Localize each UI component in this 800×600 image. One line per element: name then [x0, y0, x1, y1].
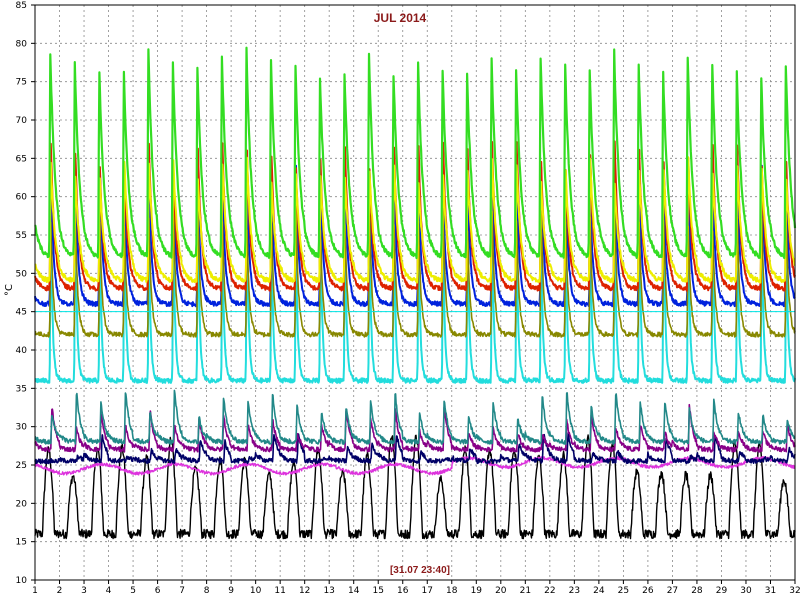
x-tick-label: 1: [32, 586, 38, 596]
x-tick-label: 31: [765, 586, 776, 596]
x-tick-label: 23: [569, 586, 580, 596]
chart-title: JUL 2014: [374, 11, 427, 25]
y-tick-label: 60: [16, 193, 28, 203]
x-tick-label: 15: [372, 586, 383, 596]
x-tick-label: 28: [691, 586, 703, 596]
x-tick-label: 14: [348, 586, 360, 596]
x-tick-label: 18: [446, 586, 458, 596]
x-tick-label: 7: [179, 586, 185, 596]
x-tick-label: 10: [250, 586, 262, 596]
y-axis-label: °C: [4, 284, 15, 296]
x-tick-label: 2: [57, 586, 63, 596]
x-tick-label: 11: [274, 586, 285, 596]
x-tick-label: 26: [642, 586, 654, 596]
x-tick-label: 22: [544, 586, 555, 596]
y-tick-label: 45: [16, 308, 27, 318]
x-tick-label: 8: [204, 586, 210, 596]
y-tick-label: 65: [16, 154, 27, 164]
x-tick-label: 17: [422, 586, 433, 596]
y-tick-label: 40: [16, 346, 28, 356]
chart-background: [0, 0, 800, 600]
y-tick-label: 50: [16, 269, 28, 279]
x-tick-label: 5: [130, 586, 136, 596]
x-tick-label: 21: [520, 586, 531, 596]
y-tick-label: 30: [16, 423, 28, 433]
y-tick-label: 20: [16, 499, 28, 509]
x-tick-label: 24: [593, 586, 605, 596]
x-tick-label: 20: [495, 586, 507, 596]
x-tick-label: 29: [716, 586, 728, 596]
y-tick-label: 80: [16, 39, 28, 49]
x-tick-label: 30: [740, 586, 752, 596]
y-tick-label: 75: [16, 78, 27, 88]
x-tick-label: 32: [789, 586, 800, 596]
y-tick-label: 25: [16, 461, 27, 471]
x-tick-label: 6: [155, 586, 161, 596]
x-tick-label: 4: [106, 586, 112, 596]
x-tick-label: 12: [299, 586, 310, 596]
y-tick-label: 85: [16, 1, 27, 11]
y-tick-label: 35: [16, 384, 27, 394]
x-tick-label: 25: [618, 586, 629, 596]
timestamp-label: [31.07 23:40]: [390, 565, 450, 576]
x-tick-label: 19: [471, 586, 483, 596]
y-tick-label: 70: [16, 116, 28, 126]
x-tick-label: 9: [228, 586, 234, 596]
y-tick-label: 10: [16, 576, 28, 586]
x-tick-label: 16: [397, 586, 409, 596]
x-tick-label: 3: [81, 586, 87, 596]
y-tick-label: 55: [16, 231, 27, 241]
temperature-chart: 10152025303540455055606570758085 1234567…: [0, 0, 800, 600]
x-tick-label: 27: [667, 586, 678, 596]
y-tick-label: 15: [16, 538, 27, 548]
x-tick-label: 13: [323, 586, 334, 596]
